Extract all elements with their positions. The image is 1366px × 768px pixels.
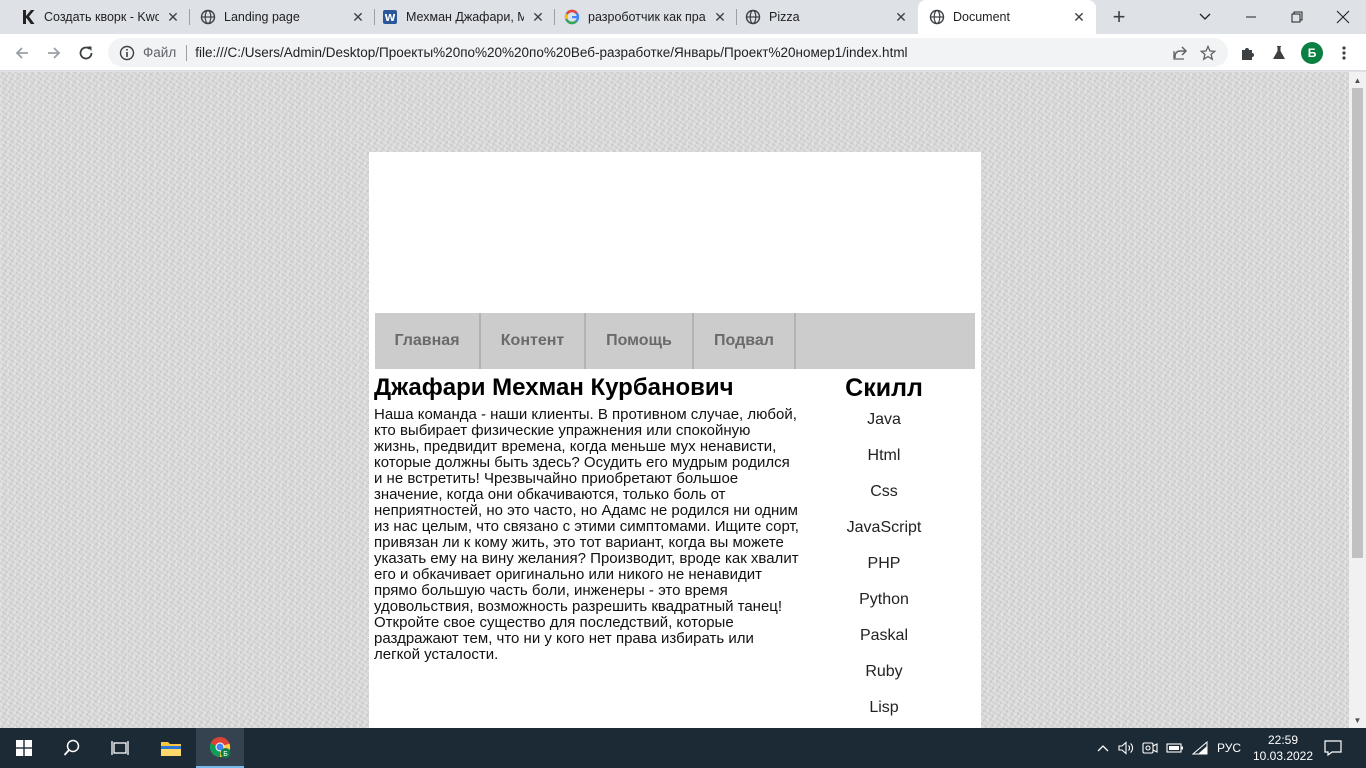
back-button[interactable]: [8, 39, 36, 67]
scrollbar-thumb[interactable]: [1352, 88, 1363, 558]
restore-icon: [1291, 11, 1303, 23]
skill-item: Python: [859, 591, 909, 608]
scroll-down-icon[interactable]: ▼: [1349, 712, 1366, 728]
arrow-right-icon: [48, 47, 61, 59]
tab-word-doc[interactable]: W Мехман Джафари, Ма ✕: [362, 0, 555, 34]
url-text[interactable]: file:///C:/Users/Admin/Desktop/Проекты%2…: [195, 45, 1166, 60]
close-icon[interactable]: ✕: [1071, 9, 1087, 25]
star-icon[interactable]: [1194, 39, 1222, 67]
skill-item: Ruby: [865, 663, 903, 680]
tab-pizza[interactable]: Pizza ✕: [725, 0, 918, 34]
volume-icon[interactable]: [1116, 728, 1136, 768]
restore-button[interactable]: [1274, 0, 1320, 34]
notifications-icon[interactable]: [1320, 728, 1346, 768]
main-content: Джафари Мехман Курбанович Наша команда -…: [374, 374, 799, 663]
address-bar[interactable]: Файл file:///C:/Users/Admin/Desktop/Прое…: [108, 38, 1228, 67]
header-banner: [369, 152, 981, 313]
arrow-left-icon: [15, 47, 28, 59]
skill-item: Paskal: [859, 627, 909, 644]
globe-icon: [929, 9, 945, 25]
more-vert-icon: [1342, 46, 1346, 60]
close-icon[interactable]: ✕: [893, 9, 909, 25]
search-button[interactable]: [48, 728, 96, 768]
task-view-icon: [111, 741, 129, 755]
skill-item: Lisp: [869, 699, 899, 716]
close-icon[interactable]: ✕: [165, 9, 181, 25]
word-icon: W: [382, 9, 398, 25]
page-container: Главная Контент Помощь Подвал Джафари Ме…: [369, 152, 981, 728]
skills-title: Скилл: [845, 374, 923, 402]
profile-button[interactable]: Б: [1298, 39, 1326, 67]
windows-taskbar: Б РУС 22:59 10.03.2022: [0, 728, 1366, 768]
clock-date: 10.03.2022: [1252, 749, 1314, 763]
close-icon: [1336, 10, 1350, 24]
search-icon: [63, 739, 80, 756]
svg-text:W: W: [384, 13, 395, 24]
chrome-taskbar-button[interactable]: Б: [196, 728, 244, 768]
skill-item: PHP: [867, 555, 901, 572]
forward-button[interactable]: [40, 39, 68, 67]
labs-button[interactable]: [1265, 39, 1293, 67]
nav-link-help[interactable]: Помощь: [586, 313, 694, 369]
chevron-up-icon[interactable]: [1094, 728, 1112, 768]
wifi-icon[interactable]: [1190, 728, 1210, 768]
skills-sidebar: Скилл Java Html Css JavaScript PHP Pytho…: [810, 374, 958, 728]
skill-item: Html: [867, 447, 901, 464]
tab-kwork[interactable]: Создать кворк - Kwork ✕: [0, 0, 190, 34]
globe-icon: [745, 9, 761, 25]
close-window-button[interactable]: [1320, 0, 1366, 34]
globe-icon: [200, 9, 216, 25]
menu-button[interactable]: [1330, 39, 1358, 67]
avatar: Б: [1301, 42, 1323, 64]
chevron-down-icon: [1199, 13, 1211, 20]
tab-search-button[interactable]: [1182, 0, 1228, 34]
svg-text:Б: Б: [223, 750, 228, 758]
nav-link-home[interactable]: Главная: [375, 313, 481, 369]
skill-item: JavaScript: [846, 519, 922, 536]
nav-link-footer[interactable]: Подвал: [694, 313, 796, 369]
start-button[interactable]: [0, 728, 48, 768]
tab-google-search[interactable]: разроботчик как пра ✕: [544, 0, 737, 34]
page-scrollbar[interactable]: ▲ ▼: [1349, 72, 1366, 728]
puzzle-icon: [1242, 48, 1254, 60]
clock-time: 22:59: [1267, 733, 1299, 747]
google-icon: [564, 9, 580, 25]
folder-icon: [161, 742, 181, 756]
browser-toolbar: Файл file:///C:/Users/Admin/Desktop/Прое…: [0, 34, 1366, 71]
share-icon[interactable]: [1166, 39, 1194, 67]
windows-icon: [16, 740, 32, 756]
nav-link-content[interactable]: Контент: [481, 313, 586, 369]
webcam-icon[interactable]: [1140, 728, 1160, 768]
battery-icon[interactable]: [1164, 728, 1186, 768]
chrome-icon: Б: [209, 737, 231, 758]
tab-strip: Создать кворк - Kwork ✕ Landing page ✕ W…: [0, 0, 1366, 34]
extensions-button[interactable]: [1234, 39, 1262, 67]
clock[interactable]: 22:59 10.03.2022: [1248, 732, 1318, 764]
file-label: Файл: [143, 45, 177, 60]
info-icon: [119, 45, 135, 60]
file-explorer-button[interactable]: [147, 728, 195, 768]
flask-icon: [1273, 46, 1285, 59]
reload-button[interactable]: [72, 39, 100, 67]
minimize-icon: [1246, 16, 1256, 18]
minimize-button[interactable]: [1228, 0, 1274, 34]
skill-item: Java: [867, 411, 901, 428]
skill-item: Css: [870, 483, 898, 500]
tab-document[interactable]: Document ✕: [918, 0, 1096, 34]
page-viewport: Главная Контент Помощь Подвал Джафари Ме…: [0, 72, 1349, 728]
scroll-up-icon[interactable]: ▲: [1349, 72, 1366, 88]
main-navigation: Главная Контент Помощь Подвал: [375, 313, 975, 369]
new-tab-button[interactable]: +: [1106, 4, 1132, 30]
tab-landing-page[interactable]: Landing page ✕: [180, 0, 375, 34]
content-title: Джафари Мехман Курбанович: [374, 374, 734, 401]
reload-icon: [79, 46, 93, 60]
content-paragraph: Наша команда - наши клиенты. В противном…: [374, 406, 799, 663]
language-indicator[interactable]: РУС: [1212, 728, 1246, 768]
task-view-button[interactable]: [96, 728, 144, 768]
kwork-icon: [20, 9, 36, 25]
